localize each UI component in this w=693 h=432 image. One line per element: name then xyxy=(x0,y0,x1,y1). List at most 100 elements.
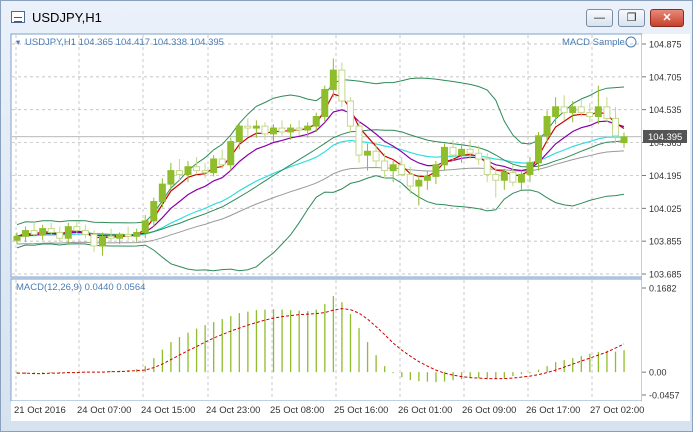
candle xyxy=(526,162,534,175)
macd-bar xyxy=(84,371,87,373)
macd-bar xyxy=(409,372,411,381)
symbol-dropdown-icon[interactable]: ▾ xyxy=(16,37,21,47)
macd-bar xyxy=(606,350,608,373)
candle xyxy=(227,141,235,166)
candle xyxy=(295,127,303,131)
candle xyxy=(167,170,175,185)
candle xyxy=(338,69,346,102)
macd-bar xyxy=(384,366,386,373)
candle xyxy=(364,150,372,156)
candle xyxy=(346,100,354,127)
macd-bar xyxy=(213,322,215,373)
time-axis-label: 24 Oct 07:00 xyxy=(77,405,131,416)
macd-bar xyxy=(50,372,52,374)
candle xyxy=(492,173,500,181)
macd-bar xyxy=(418,372,420,382)
macd-bar xyxy=(614,351,617,373)
candle xyxy=(235,125,243,143)
macd-bar xyxy=(589,353,591,373)
candle xyxy=(406,173,414,187)
candle xyxy=(13,235,21,241)
candle xyxy=(269,127,277,135)
candle xyxy=(449,146,457,156)
price-scale[interactable] xyxy=(642,34,690,401)
candle xyxy=(415,179,423,187)
candle xyxy=(90,233,98,247)
macd-bar xyxy=(375,355,377,373)
candle xyxy=(312,115,320,127)
candle xyxy=(73,226,81,232)
macd-bar xyxy=(580,356,582,373)
macd-bar xyxy=(255,310,258,373)
macd-bar xyxy=(623,350,625,373)
macd-bar xyxy=(298,310,300,373)
macd-bar xyxy=(537,369,540,373)
macd-bar xyxy=(486,372,488,379)
candle xyxy=(150,201,158,222)
macd-bar xyxy=(435,372,437,383)
candle xyxy=(458,148,466,156)
candle xyxy=(389,164,397,172)
candle xyxy=(261,125,269,135)
macd-bar xyxy=(247,311,249,373)
macd-bar xyxy=(110,371,112,373)
price-panel-header: USDJPY,H1 104.365 104.417 104.338 104.39… xyxy=(25,37,224,48)
macd-bar xyxy=(392,372,394,374)
macd-bar xyxy=(341,302,343,373)
macd-bar xyxy=(170,342,172,373)
macd-bar xyxy=(426,372,429,382)
price-axis-label: 104.705 xyxy=(649,72,682,82)
macd-bar xyxy=(572,358,574,373)
candle xyxy=(560,106,568,114)
macd-bar xyxy=(281,309,283,373)
candle xyxy=(218,158,226,166)
time-axis-label: 25 Oct 16:00 xyxy=(334,405,388,416)
candle xyxy=(210,158,218,174)
macd-bar xyxy=(460,372,463,380)
current-price-marker: 104.395 xyxy=(643,130,687,143)
price-axis-label: 104.195 xyxy=(649,171,682,181)
candle xyxy=(517,173,525,183)
macd-bar xyxy=(161,349,164,373)
macd-bar xyxy=(512,372,514,377)
macd-bar xyxy=(153,358,155,373)
candle xyxy=(432,164,440,177)
candle xyxy=(201,170,209,174)
macd-axis-label: 0.1682 xyxy=(649,284,677,294)
macd-bar xyxy=(495,372,497,380)
macd-bar xyxy=(401,372,403,378)
macd-panel-header: MACD(12,26,9) 0.0440 0.0564 xyxy=(16,282,145,293)
price-axis-label: 104.025 xyxy=(649,204,682,214)
macd-bar xyxy=(358,328,360,373)
candle xyxy=(141,220,149,233)
macd-bar xyxy=(503,372,506,379)
price-axis-label: 103.855 xyxy=(649,237,682,247)
macd-bar xyxy=(349,314,352,373)
chart-area[interactable]: 104.875104.705104.535104.365104.195104.0… xyxy=(0,0,693,432)
candle xyxy=(64,226,72,239)
candle xyxy=(39,228,47,235)
candle xyxy=(193,166,201,172)
time-axis-label: 24 Oct 15:00 xyxy=(141,405,195,416)
time-axis-label: 21 Oct 2016 xyxy=(14,405,66,416)
candle xyxy=(321,88,329,117)
candle xyxy=(543,115,551,137)
macd-bar xyxy=(332,296,335,373)
time-axis-label: 26 Oct 01:00 xyxy=(398,405,452,416)
expert-label: MACD Sample xyxy=(562,37,625,48)
candle xyxy=(620,136,628,144)
candle xyxy=(509,172,517,183)
candle xyxy=(47,228,55,233)
candle xyxy=(355,125,363,156)
candle xyxy=(30,230,38,235)
macd-bar xyxy=(24,372,27,375)
candle xyxy=(577,106,585,114)
macd-bar xyxy=(195,328,198,373)
candle xyxy=(81,230,89,235)
price-axis-label: 104.535 xyxy=(649,105,682,115)
macd-panel[interactable] xyxy=(10,278,643,402)
macd-bar xyxy=(366,342,369,373)
price-axis-label: 103.685 xyxy=(649,270,682,280)
macd-bar xyxy=(307,311,309,373)
candle xyxy=(56,231,64,239)
